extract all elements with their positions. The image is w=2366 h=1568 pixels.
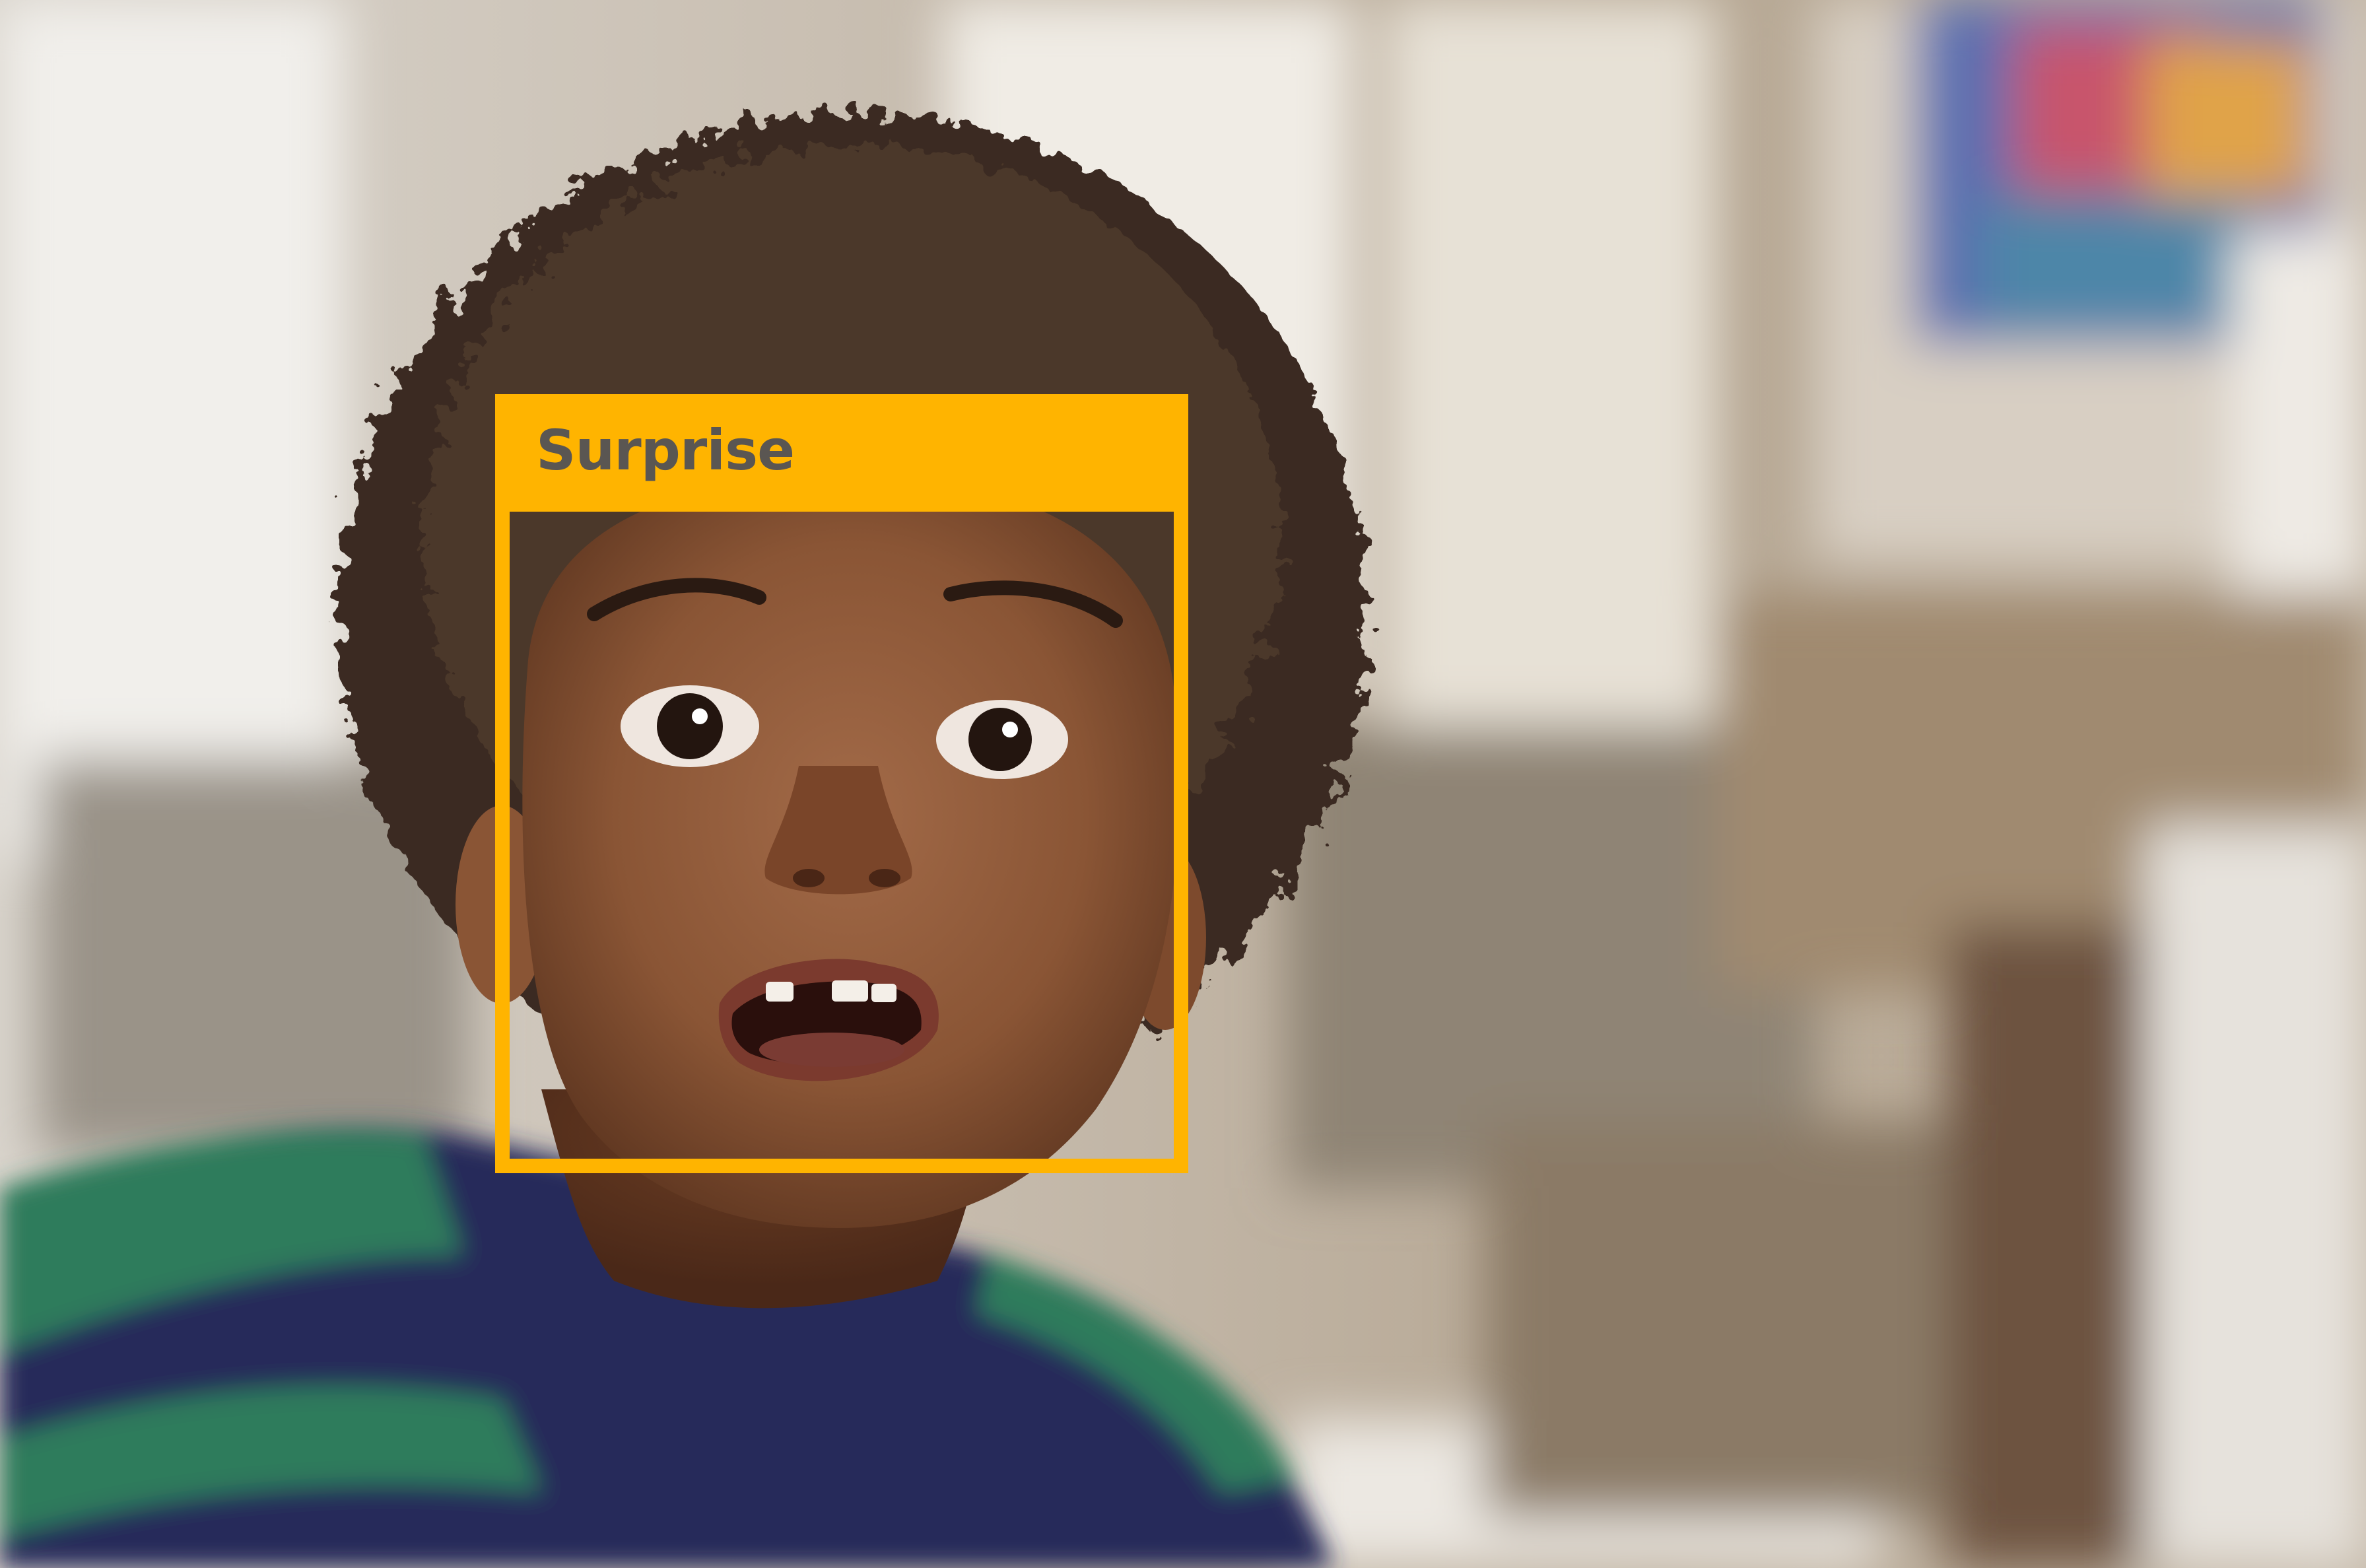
emotion-label: Surprise xyxy=(536,418,795,483)
face-detection-box: Surprise xyxy=(495,394,1188,1173)
face-bounding-frame xyxy=(495,497,1188,1173)
emotion-label-bar: Surprise xyxy=(495,394,1188,506)
